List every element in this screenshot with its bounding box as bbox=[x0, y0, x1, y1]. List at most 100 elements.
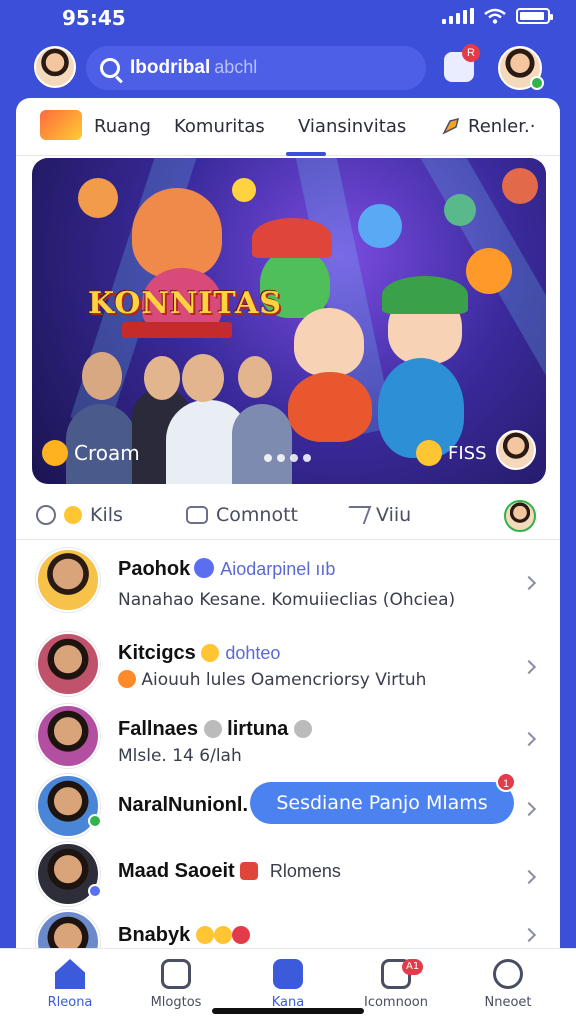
search-query: Ibodribal bbox=[130, 57, 211, 78]
emoji-icon bbox=[231, 926, 250, 944]
cartoon-boy-cap bbox=[382, 276, 468, 314]
gift-icon bbox=[240, 862, 259, 880]
thumbs-up-icon bbox=[358, 204, 402, 248]
profile-avatar[interactable] bbox=[34, 46, 76, 88]
person bbox=[232, 404, 292, 484]
search-bar[interactable]: Ibodribal abchl bbox=[86, 46, 426, 90]
list-item[interactable]: Paohok Aiodarpinel ııb Nanahao Kesane. Ko… bbox=[16, 548, 560, 620]
carousel-dot[interactable] bbox=[264, 454, 272, 462]
carousel-dots[interactable] bbox=[264, 454, 311, 462]
nav-inbox[interactable]: A1 Icomnoon bbox=[346, 959, 446, 1010]
list-item-title: Maad Saoeit Rlomens bbox=[118, 860, 341, 882]
list-item-subtitle: Aiouuh lules Oamencriorsy Virtuh bbox=[118, 670, 426, 690]
emoji-icon bbox=[201, 644, 220, 662]
carousel-dot[interactable] bbox=[290, 454, 298, 462]
emoji-icon bbox=[416, 440, 442, 466]
comment-icon bbox=[186, 506, 208, 524]
wifi-icon bbox=[484, 8, 506, 24]
person-head bbox=[182, 354, 224, 402]
list-avatar bbox=[36, 704, 100, 768]
status-icons bbox=[442, 8, 553, 24]
verified-icon bbox=[194, 558, 215, 578]
nav-home[interactable]: Rleona bbox=[20, 959, 120, 1010]
hero-title: KONNITAS bbox=[88, 286, 282, 321]
carousel-dot[interactable] bbox=[303, 454, 311, 462]
hero-right-text: FISS bbox=[448, 442, 487, 464]
like-icon bbox=[36, 505, 56, 525]
cartoon-sprite bbox=[444, 194, 476, 226]
comment-button[interactable]: Comnott bbox=[186, 504, 298, 526]
list-avatar bbox=[36, 774, 100, 838]
poster-avatar[interactable] bbox=[504, 500, 536, 532]
list-item-title: NaralNunionl. bbox=[118, 794, 249, 816]
chip-label: Sesdiane Panjo Mlams bbox=[276, 792, 488, 814]
list-item[interactable]: Kitcigcs dohteo Aiouuh lules Oamencriors… bbox=[16, 632, 560, 704]
person-head bbox=[82, 352, 122, 400]
tab-renler[interactable]: Renler.· bbox=[468, 116, 535, 137]
star-icon bbox=[42, 440, 68, 466]
chevron-right-icon bbox=[521, 659, 537, 675]
cartoon-fox bbox=[132, 188, 222, 278]
tab-viansinvitas[interactable]: Viansinvitas bbox=[298, 116, 406, 137]
list-item[interactable]: NaralNunionl. Sesdiane Panjo Mlams 1 bbox=[16, 772, 560, 846]
list-avatar bbox=[36, 632, 100, 696]
rocket-icon bbox=[442, 117, 460, 135]
status-time: 95:45 bbox=[62, 6, 126, 30]
list-item-title: Paohok Aiodarpinel ııb bbox=[118, 558, 336, 580]
emoji-icon bbox=[195, 926, 214, 944]
nav-chat[interactable]: Mlogtos bbox=[126, 959, 226, 1010]
search-hint: abchl bbox=[214, 57, 258, 77]
join-chip-button[interactable]: Sesdiane Panjo Mlams bbox=[250, 782, 514, 824]
inbox-badge: A1 bbox=[402, 959, 424, 975]
hero-banner[interactable]: KONNITAS Croam FISS bbox=[32, 158, 546, 484]
chat-icon bbox=[161, 959, 191, 989]
list-item-subtitle: Nanahao Kesane. Komuiieclias (Ohciea) bbox=[118, 590, 456, 610]
like-label: Kils bbox=[90, 504, 123, 526]
emoji-icon bbox=[118, 670, 136, 688]
signal-icon bbox=[442, 8, 474, 24]
tab-active-indicator bbox=[286, 152, 326, 156]
tab-komunitas[interactable]: Komuritas bbox=[174, 116, 265, 137]
hero-left-label: Croam bbox=[42, 440, 140, 466]
nav-search-label: Nneoet bbox=[484, 995, 532, 1010]
online-indicator bbox=[530, 76, 544, 90]
list-item-subtitle: Mlsle. 14 6/lah bbox=[118, 746, 242, 766]
main-card: Ruang Komuritas Viansinvitas Renler.· KO… bbox=[16, 98, 560, 1024]
list-item[interactable]: Maad Saoeit Rlomens bbox=[16, 842, 560, 914]
emoji-icon bbox=[64, 506, 82, 524]
carousel-dot[interactable] bbox=[277, 454, 285, 462]
emoji-icon bbox=[293, 720, 312, 738]
person-head bbox=[238, 356, 272, 398]
online-indicator bbox=[88, 814, 102, 828]
search-input[interactable]: Ibodribal abchl bbox=[130, 57, 257, 79]
hero-right-label: FISS bbox=[416, 440, 487, 466]
list-item-title: Bnabyk bbox=[118, 924, 250, 947]
status-indicator bbox=[88, 884, 102, 898]
list-avatar bbox=[36, 548, 100, 612]
search-icon bbox=[100, 58, 120, 78]
cartoon-girl bbox=[294, 308, 364, 376]
nav-compose[interactable]: Kana bbox=[238, 959, 338, 1010]
list-item[interactable]: Fallnaes lirtuna Mlsle. 14 6/lah bbox=[16, 704, 560, 776]
tab-ruang[interactable]: Ruang bbox=[94, 116, 151, 137]
compose-icon bbox=[273, 959, 303, 989]
chevron-right-icon bbox=[521, 801, 537, 817]
music-note-icon bbox=[232, 178, 256, 202]
chevron-right-icon bbox=[521, 575, 537, 591]
list-item-title: Fallnaes lirtuna bbox=[118, 718, 312, 741]
nav-home-label: Rleona bbox=[47, 995, 93, 1010]
chevron-right-icon bbox=[521, 731, 537, 747]
top-bar: Ibodribal abchl R bbox=[0, 44, 576, 96]
home-indicator[interactable] bbox=[212, 1008, 364, 1014]
share-button[interactable]: Viiu bbox=[342, 504, 411, 526]
cartoon-sprite bbox=[78, 178, 118, 218]
chevron-right-icon bbox=[521, 927, 537, 943]
battery-icon bbox=[516, 8, 553, 24]
like-button[interactable]: Kils bbox=[36, 504, 123, 526]
smile-emoji-icon bbox=[466, 248, 512, 294]
nav-search[interactable]: Nneoet bbox=[458, 959, 558, 1010]
notification-badge: R bbox=[462, 44, 480, 62]
hero-avatar[interactable] bbox=[496, 430, 536, 470]
post-actions: Kils Comnott Viiu bbox=[16, 494, 560, 540]
home-icon bbox=[55, 959, 85, 989]
